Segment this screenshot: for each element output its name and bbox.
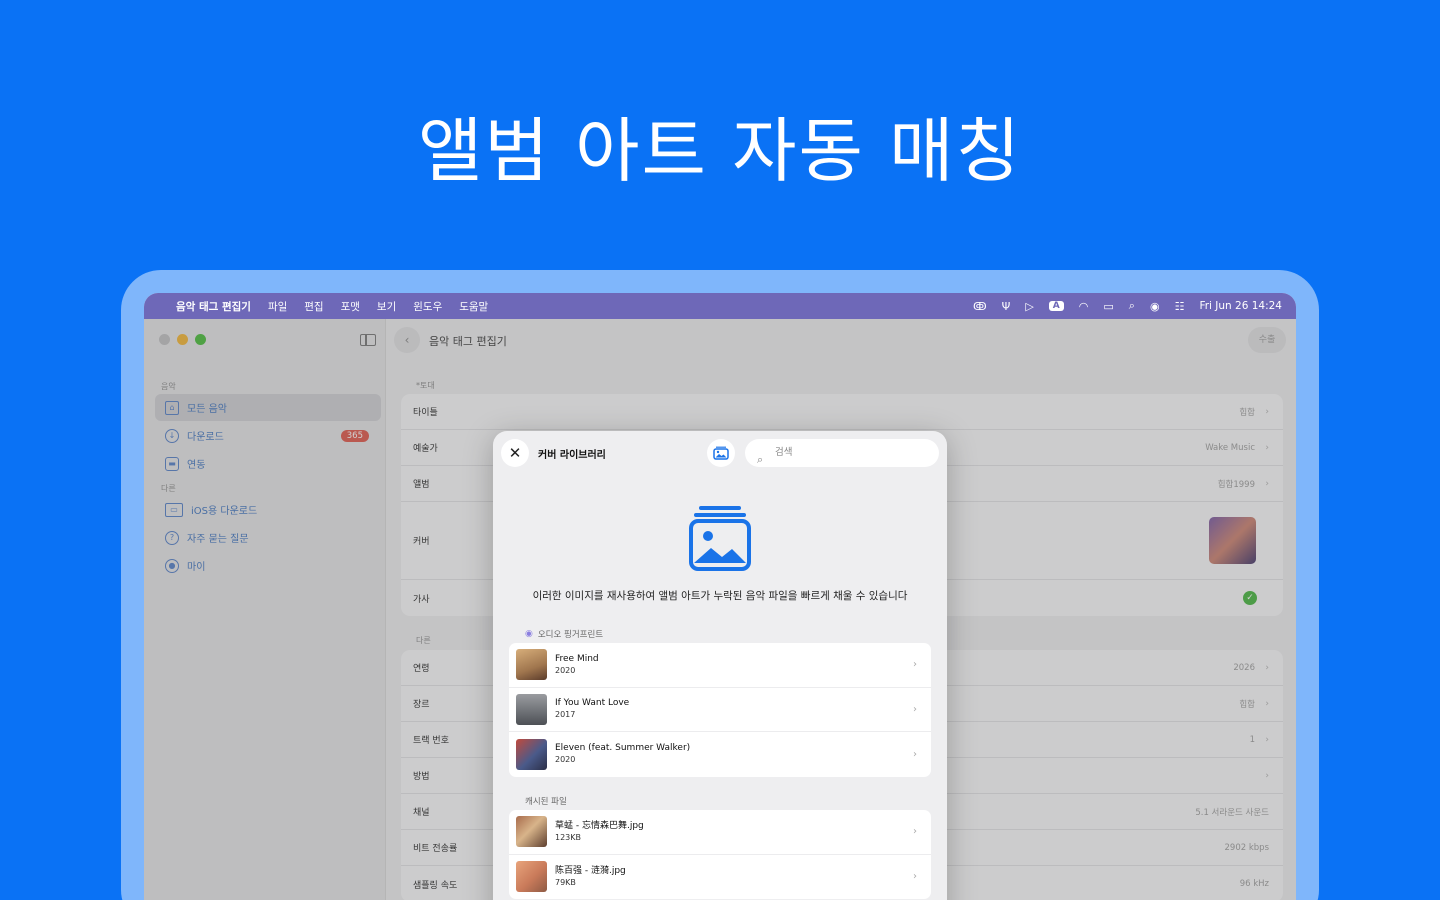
menu-edit[interactable]: 편집: [304, 299, 323, 314]
list-item[interactable]: If You Want Love 2017 ›: [509, 688, 931, 732]
play-circle-icon[interactable]: ▷: [1025, 300, 1033, 313]
menu-window[interactable]: 윈도우: [413, 299, 442, 314]
cat-icon[interactable]: ↂ: [973, 300, 987, 313]
menu-help[interactable]: 도움말: [459, 299, 488, 314]
fork-icon[interactable]: Ψ: [1002, 300, 1011, 313]
photo-stack-icon: [689, 506, 751, 571]
album-art-thumbnail: [516, 693, 547, 725]
cached-section-header: 캐시된 파일: [525, 795, 567, 807]
item-text: If You Want Love 2017: [555, 698, 629, 720]
album-art-thumbnail: [516, 816, 547, 848]
close-button[interactable]: ✕: [501, 439, 529, 467]
item-text: Free Mind 2020: [555, 654, 599, 676]
item-subtitle: 2020: [555, 755, 576, 765]
hero-title: 앨범 아트 자동 매칭: [418, 110, 1022, 192]
album-art-thumbnail: [516, 738, 547, 770]
search-icon[interactable]: ⌕: [1129, 299, 1135, 313]
battery-icon[interactable]: ▭: [1103, 300, 1113, 313]
fingerprint-icon: ◉: [525, 629, 533, 639]
siri-icon[interactable]: ◉: [1150, 300, 1160, 313]
list-item[interactable]: Free Mind 2020 ›: [509, 643, 931, 688]
list-item[interactable]: 草蜢 - 忘情森巴舞.jpg 123KB ›: [509, 810, 931, 855]
cover-library-sheet: ✕ 커버 라이브러리 ⌕ 검색 이러한 이미지를 재사용하여 앨범 아트가 누락…: [493, 431, 947, 900]
album-art-thumbnail: [516, 649, 547, 681]
sheet-description: 이러한 이미지를 재사용하여 앨범 아트가 누락된 음악 파일을 빠르게 채울 …: [532, 590, 908, 602]
search-icon: ⌕: [757, 453, 764, 466]
chevron-right-icon: ›: [913, 703, 917, 715]
menu-datetime[interactable]: Fri Jun 26 14:24: [1199, 300, 1282, 312]
section-label: 오디오 핑거프린트: [537, 630, 604, 640]
menu-app-name[interactable]: 음악 태그 편집기: [176, 299, 251, 314]
cached-files-list: 草蜢 - 忘情森巴舞.jpg 123KB › 陈百强 - 涟漪.jpg 79KB…: [509, 810, 931, 899]
chevron-right-icon: ›: [913, 871, 917, 883]
menu-format[interactable]: 포맷: [341, 299, 360, 314]
item-text: 草蜢 - 忘情森巴舞.jpg 123KB: [555, 821, 644, 843]
app-window: 음악 ⌂ 모든 음악 ↓ 다운로드 365 ▬ 연동 다른 ▭ iOS용 다운로…: [144, 319, 1296, 900]
section-label: 캐시된 파일: [525, 797, 567, 807]
chevron-right-icon: ›: [913, 826, 917, 838]
item-text: Eleven (feat. Summer Walker) 2020: [555, 743, 690, 765]
item-title: 陈百强 - 涟漪.jpg: [555, 865, 626, 876]
item-subtitle: 2020: [555, 665, 576, 675]
menu-bar: 음악 태그 편집기 파일 편집 포맷 보기 윈도우 도움말 ↂ Ψ ▷ A ◠ …: [144, 293, 1296, 319]
item-title: If You Want Love: [555, 698, 630, 709]
item-title: Eleven (feat. Summer Walker): [555, 743, 691, 754]
sheet-title: 커버 라이브러리: [538, 450, 606, 461]
control-center-icon[interactable]: ☷: [1175, 300, 1185, 313]
fingerprint-list: Free Mind 2020 › If You Want Love 2017 ›: [509, 643, 931, 777]
search-placeholder: 검색: [775, 447, 793, 458]
item-text: 陈百强 - 涟漪.jpg 79KB: [555, 866, 626, 888]
list-item[interactable]: Eleven (feat. Summer Walker) 2020 ›: [509, 732, 931, 777]
menu-view[interactable]: 보기: [377, 299, 396, 314]
item-title: Free Mind: [555, 653, 599, 664]
list-item[interactable]: 陈百强 - 涟漪.jpg 79KB ›: [509, 855, 931, 900]
item-subtitle: 2017: [555, 710, 576, 720]
item-title: 草蜢 - 忘情森巴舞.jpg: [555, 820, 644, 831]
chevron-right-icon: ›: [913, 659, 917, 671]
chevron-right-icon: ›: [913, 748, 917, 760]
screen: 음악 태그 편집기 파일 편집 포맷 보기 윈도우 도움말 ↂ Ψ ▷ A ◠ …: [144, 293, 1296, 900]
item-subtitle: 79KB: [555, 877, 576, 887]
menu-file[interactable]: 파일: [268, 299, 287, 314]
album-art-thumbnail: [516, 861, 547, 893]
wifi-icon[interactable]: ◠: [1079, 300, 1089, 313]
photos-icon: [713, 446, 729, 460]
search-field[interactable]: ⌕ 검색: [745, 439, 939, 467]
item-subtitle: 123KB: [555, 832, 582, 842]
fingerprint-section-header: ◉ 오디오 핑거프린트: [525, 628, 603, 640]
input-source-indicator[interactable]: A: [1048, 301, 1064, 311]
photo-library-button[interactable]: [707, 439, 735, 467]
